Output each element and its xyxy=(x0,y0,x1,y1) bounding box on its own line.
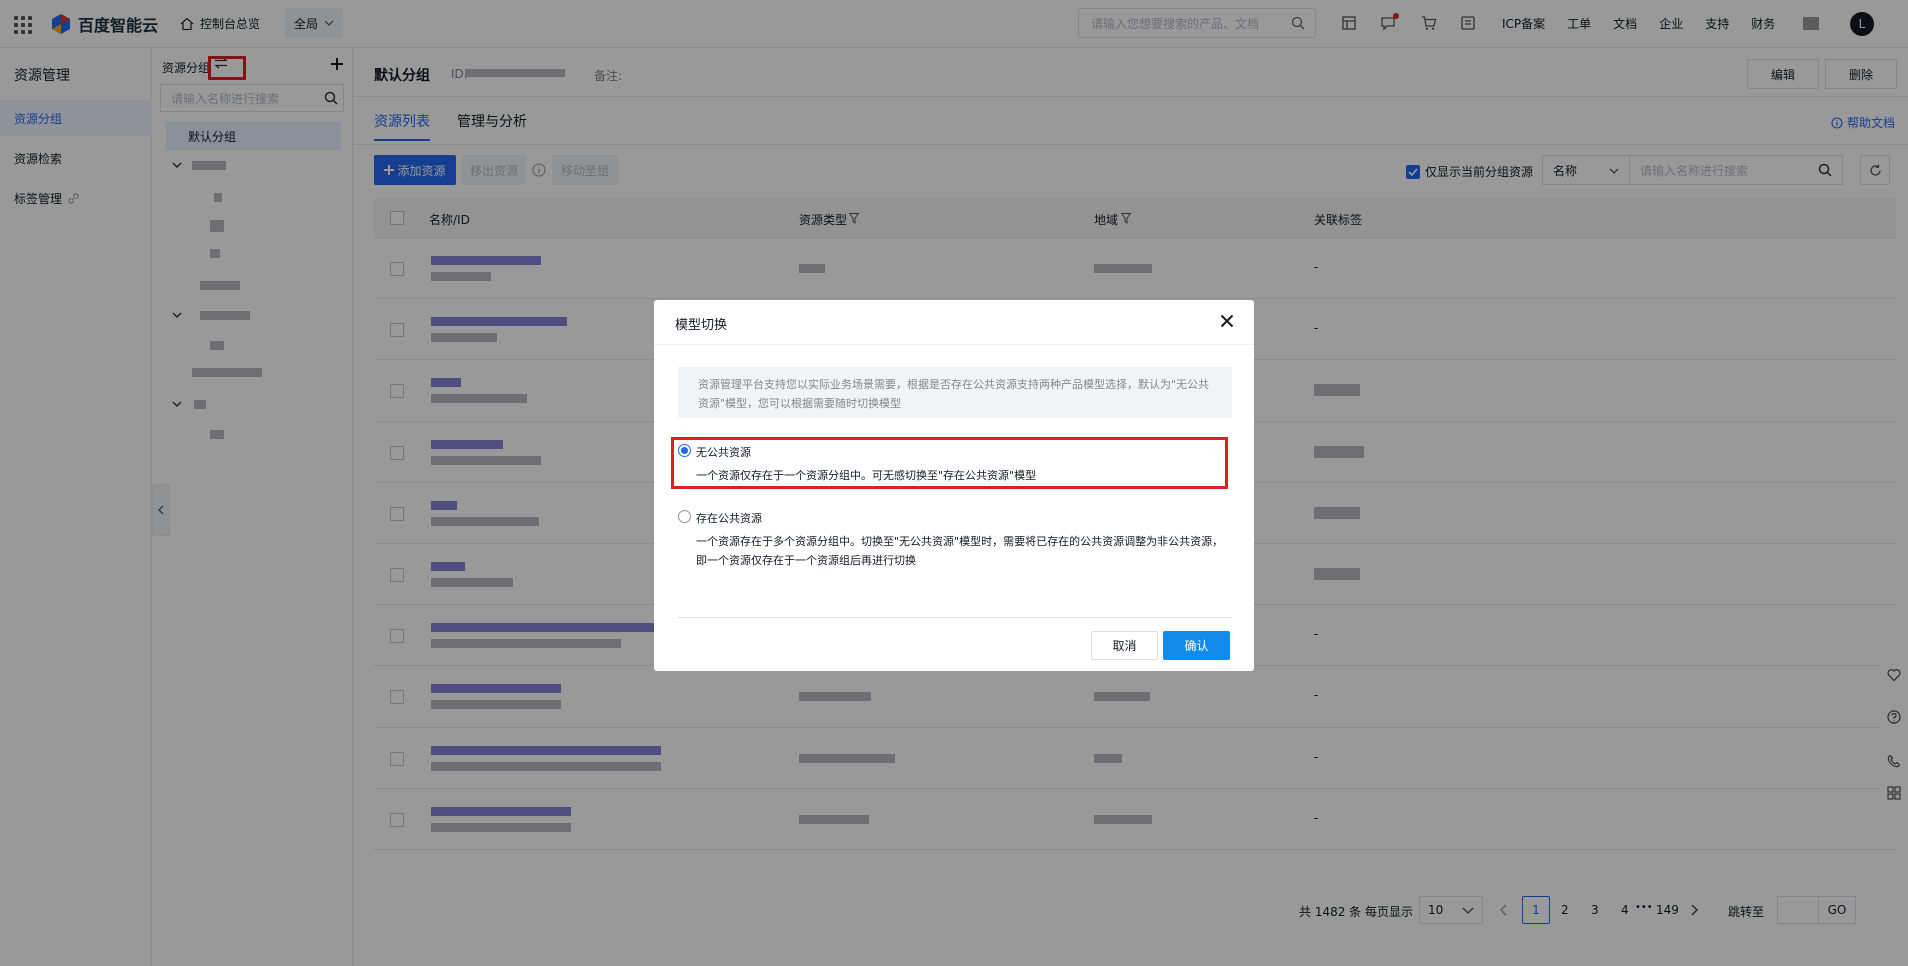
option-label: 存在公共资源 xyxy=(696,512,762,525)
close-icon[interactable] xyxy=(1220,314,1234,328)
dialog-header-divider xyxy=(654,344,1254,345)
cancel-button[interactable]: 取消 xyxy=(1091,631,1158,660)
confirm-button[interactable]: 确认 xyxy=(1163,631,1230,660)
radio-unchecked-icon[interactable] xyxy=(678,510,691,523)
cancel-label: 取消 xyxy=(1112,639,1137,653)
dialog-title: 模型切换 xyxy=(675,318,728,333)
dialog-info-box: 资源管理平台支持您以实际业务场景需要，根据是否存在公共资源支持两种产品模型选择，… xyxy=(678,367,1232,418)
option-desc: 一个资源存在于多个资源分组中。切换至"无公共资源"模型时，需要将已存在的公共资源… xyxy=(696,535,1224,567)
highlight-option-no-public xyxy=(671,437,1228,489)
dialog-info-text: 资源管理平台支持您以实际业务场景需要，根据是否存在公共资源支持两种产品模型选择，… xyxy=(698,378,1210,410)
option-has-public-resource[interactable]: 存在公共资源 一个资源存在于多个资源分组中。切换至"无公共资源"模型时，需要将已… xyxy=(678,508,1228,568)
model-switch-dialog: 模型切换 资源管理平台支持您以实际业务场景需要，根据是否存在公共资源支持两种产品… xyxy=(654,300,1254,671)
confirm-label: 确认 xyxy=(1184,639,1209,653)
dialog-footer-divider xyxy=(678,617,1232,618)
